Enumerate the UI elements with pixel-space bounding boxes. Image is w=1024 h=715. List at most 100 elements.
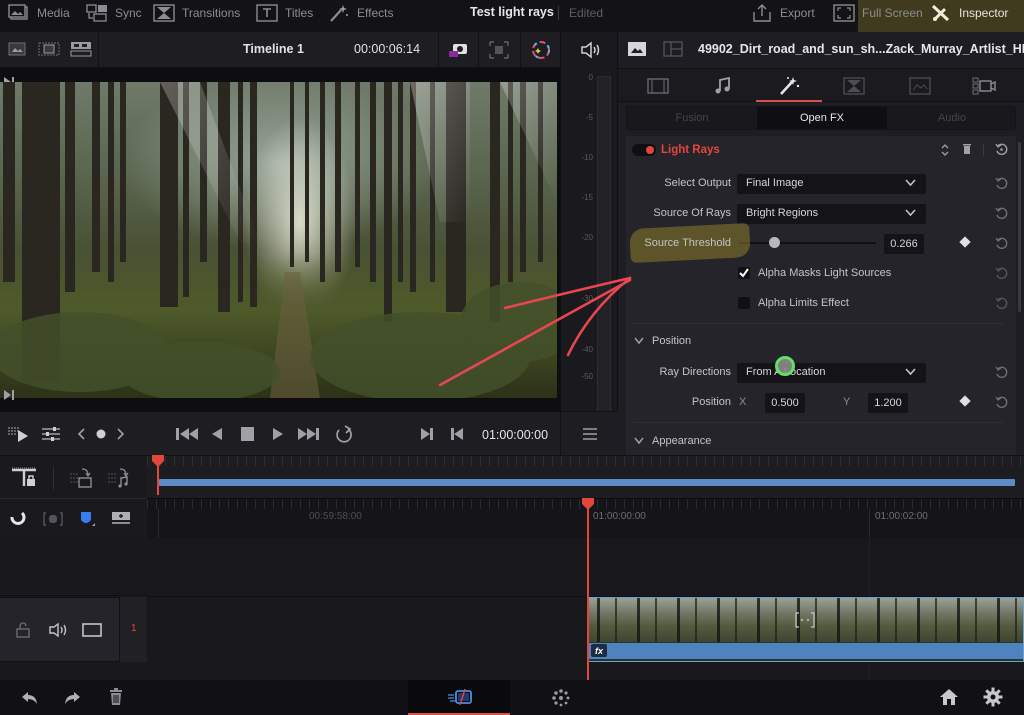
- reset-select-output-icon[interactable]: [995, 177, 1008, 190]
- media-button[interactable]: Media: [8, 0, 70, 26]
- linked-selection-icon[interactable]: [42, 510, 64, 528]
- reset-alpha-masks-icon[interactable]: [995, 267, 1008, 280]
- sync-button[interactable]: Sync: [86, 0, 142, 26]
- meter-label-40: -40: [581, 345, 593, 354]
- reset-source-threshold-icon[interactable]: [995, 237, 1008, 250]
- track-video-monitor-icon[interactable]: [82, 623, 102, 637]
- video-clip[interactable]: fx: [588, 597, 1024, 662]
- inspector-media-icon[interactable]: [626, 40, 648, 58]
- jog-nav-icon[interactable]: [76, 425, 126, 443]
- subtab-audio[interactable]: Audio: [887, 107, 1017, 129]
- playback-mode-icon[interactable]: [6, 425, 32, 443]
- transitions-button[interactable]: Transitions: [153, 0, 240, 26]
- reset-alpha-limits-icon[interactable]: [995, 297, 1008, 310]
- go-to-end-icon[interactable]: [296, 425, 322, 443]
- timeline-selector[interactable]: Timeline 1: [98, 32, 338, 67]
- position-x-input[interactable]: 0.500: [765, 393, 805, 413]
- subtab-fusion[interactable]: Fusion: [627, 107, 757, 129]
- loop-icon[interactable]: [332, 425, 356, 443]
- mark-out-icon[interactable]: [448, 425, 466, 443]
- color-button[interactable]: [520, 32, 560, 67]
- track-audio-speaker-icon[interactable]: [48, 622, 68, 638]
- insert-video-icon[interactable]: [68, 466, 96, 490]
- tab-audio[interactable]: [703, 73, 743, 99]
- timeline-playhead[interactable]: [582, 498, 594, 680]
- snapping-magnet-icon[interactable]: [8, 509, 28, 529]
- effect-enable-toggle[interactable]: [632, 144, 656, 156]
- position-section-title: Position: [652, 335, 692, 347]
- playhead-handle-icon[interactable]: [582, 498, 594, 510]
- video-viewer[interactable]: [0, 68, 560, 411]
- tab-image[interactable]: [900, 73, 940, 99]
- position-y-input[interactable]: 1.200: [868, 393, 908, 413]
- viewer-mode-filmstrip-icon[interactable]: [36, 38, 62, 60]
- effect-header: Light Rays: [626, 136, 1016, 164]
- source-threshold-input[interactable]: 0.266: [884, 234, 924, 254]
- meter-options-button[interactable]: [560, 412, 618, 456]
- reset-ray-directions-icon[interactable]: [995, 366, 1008, 379]
- tab-effects[interactable]: [769, 73, 809, 99]
- alpha-limits-checkbox[interactable]: [738, 297, 750, 309]
- mark-in-icon[interactable]: [418, 425, 436, 443]
- keyframe-diamond-icon[interactable]: [959, 395, 971, 407]
- track-number: 1: [131, 623, 137, 634]
- redo-icon[interactable]: [62, 689, 82, 707]
- appearance-section-toggle[interactable]: Appearance: [634, 435, 711, 447]
- reset-source-of-rays-icon[interactable]: [995, 207, 1008, 220]
- play-reverse-icon[interactable]: [208, 425, 226, 443]
- ray-directions-dropdown[interactable]: From A Location: [737, 363, 926, 383]
- settings-gear-icon[interactable]: [983, 687, 1003, 707]
- viewer-mode-single-icon[interactable]: [4, 38, 30, 60]
- top-toolbar: Media Sync Transitions Titles Effects Te…: [0, 0, 1024, 44]
- fx-badge[interactable]: fx: [591, 644, 607, 657]
- clip-effects-bar: fx: [589, 643, 1023, 659]
- audio-settings-sliders-icon[interactable]: [40, 425, 62, 443]
- titles-button[interactable]: Titles: [256, 0, 313, 26]
- inspector-layout-icon[interactable]: [662, 40, 684, 58]
- select-output-dropdown[interactable]: Final Image: [737, 174, 926, 194]
- viewer-mode-multi-icon[interactable]: [68, 38, 94, 60]
- reorder-chevrons-icon[interactable]: [940, 143, 950, 157]
- effects-button[interactable]: Effects: [328, 0, 393, 26]
- add-track-icon[interactable]: [110, 509, 132, 527]
- capture-still-button[interactable]: [438, 32, 478, 67]
- flag-marker-icon[interactable]: [78, 510, 96, 528]
- inspector-scrollbar[interactable]: [1018, 142, 1021, 312]
- undo-icon[interactable]: [20, 689, 40, 707]
- insert-audio-icon[interactable]: [106, 466, 134, 490]
- keyframe-diamond-icon[interactable]: [959, 236, 971, 248]
- alpha-masks-checkbox[interactable]: [738, 267, 750, 279]
- source-threshold-slider-track[interactable]: [738, 242, 876, 244]
- position-section-toggle[interactable]: Position: [634, 335, 691, 347]
- track-lock-title-icon[interactable]: [10, 466, 40, 490]
- tab-video[interactable]: [638, 73, 678, 99]
- subtab-open-fx[interactable]: Open FX: [757, 107, 887, 129]
- mini-playhead[interactable]: [152, 455, 164, 495]
- transform-button[interactable]: [478, 32, 520, 67]
- source-of-rays-dropdown[interactable]: Bright Regions: [737, 204, 926, 224]
- go-to-start-icon[interactable]: [174, 425, 200, 443]
- reset-all-icon[interactable]: [995, 143, 1008, 156]
- speaker-icon[interactable]: [579, 41, 601, 59]
- stop-icon[interactable]: [239, 425, 257, 443]
- home-icon[interactable]: [939, 688, 959, 706]
- mini-timeline-overview[interactable]: [147, 455, 1024, 498]
- color-page-dots-icon[interactable]: [550, 687, 572, 709]
- trash-icon[interactable]: [962, 143, 972, 155]
- inspector-button[interactable]: Inspector: [930, 0, 1008, 26]
- position-x-label: X: [739, 396, 747, 408]
- lock-track-icon[interactable]: [16, 622, 30, 638]
- reset-position-icon[interactable]: [995, 396, 1008, 409]
- tab-transition[interactable]: [834, 73, 874, 99]
- timeline-tracks[interactable]: fx: [147, 538, 1024, 680]
- source-threshold-slider-knob[interactable]: [769, 237, 781, 248]
- export-button[interactable]: Export: [751, 0, 815, 26]
- export-icon: [753, 4, 771, 22]
- tab-file[interactable]: [964, 73, 1004, 99]
- fullscreen-button[interactable]: Full Screen: [833, 0, 923, 26]
- playhead-handle-icon[interactable]: [152, 455, 164, 467]
- delete-trash-icon[interactable]: [108, 688, 124, 706]
- play-icon[interactable]: [269, 425, 287, 443]
- transitions-label: Transitions: [182, 6, 241, 20]
- page-tab-edit[interactable]: [408, 680, 510, 715]
